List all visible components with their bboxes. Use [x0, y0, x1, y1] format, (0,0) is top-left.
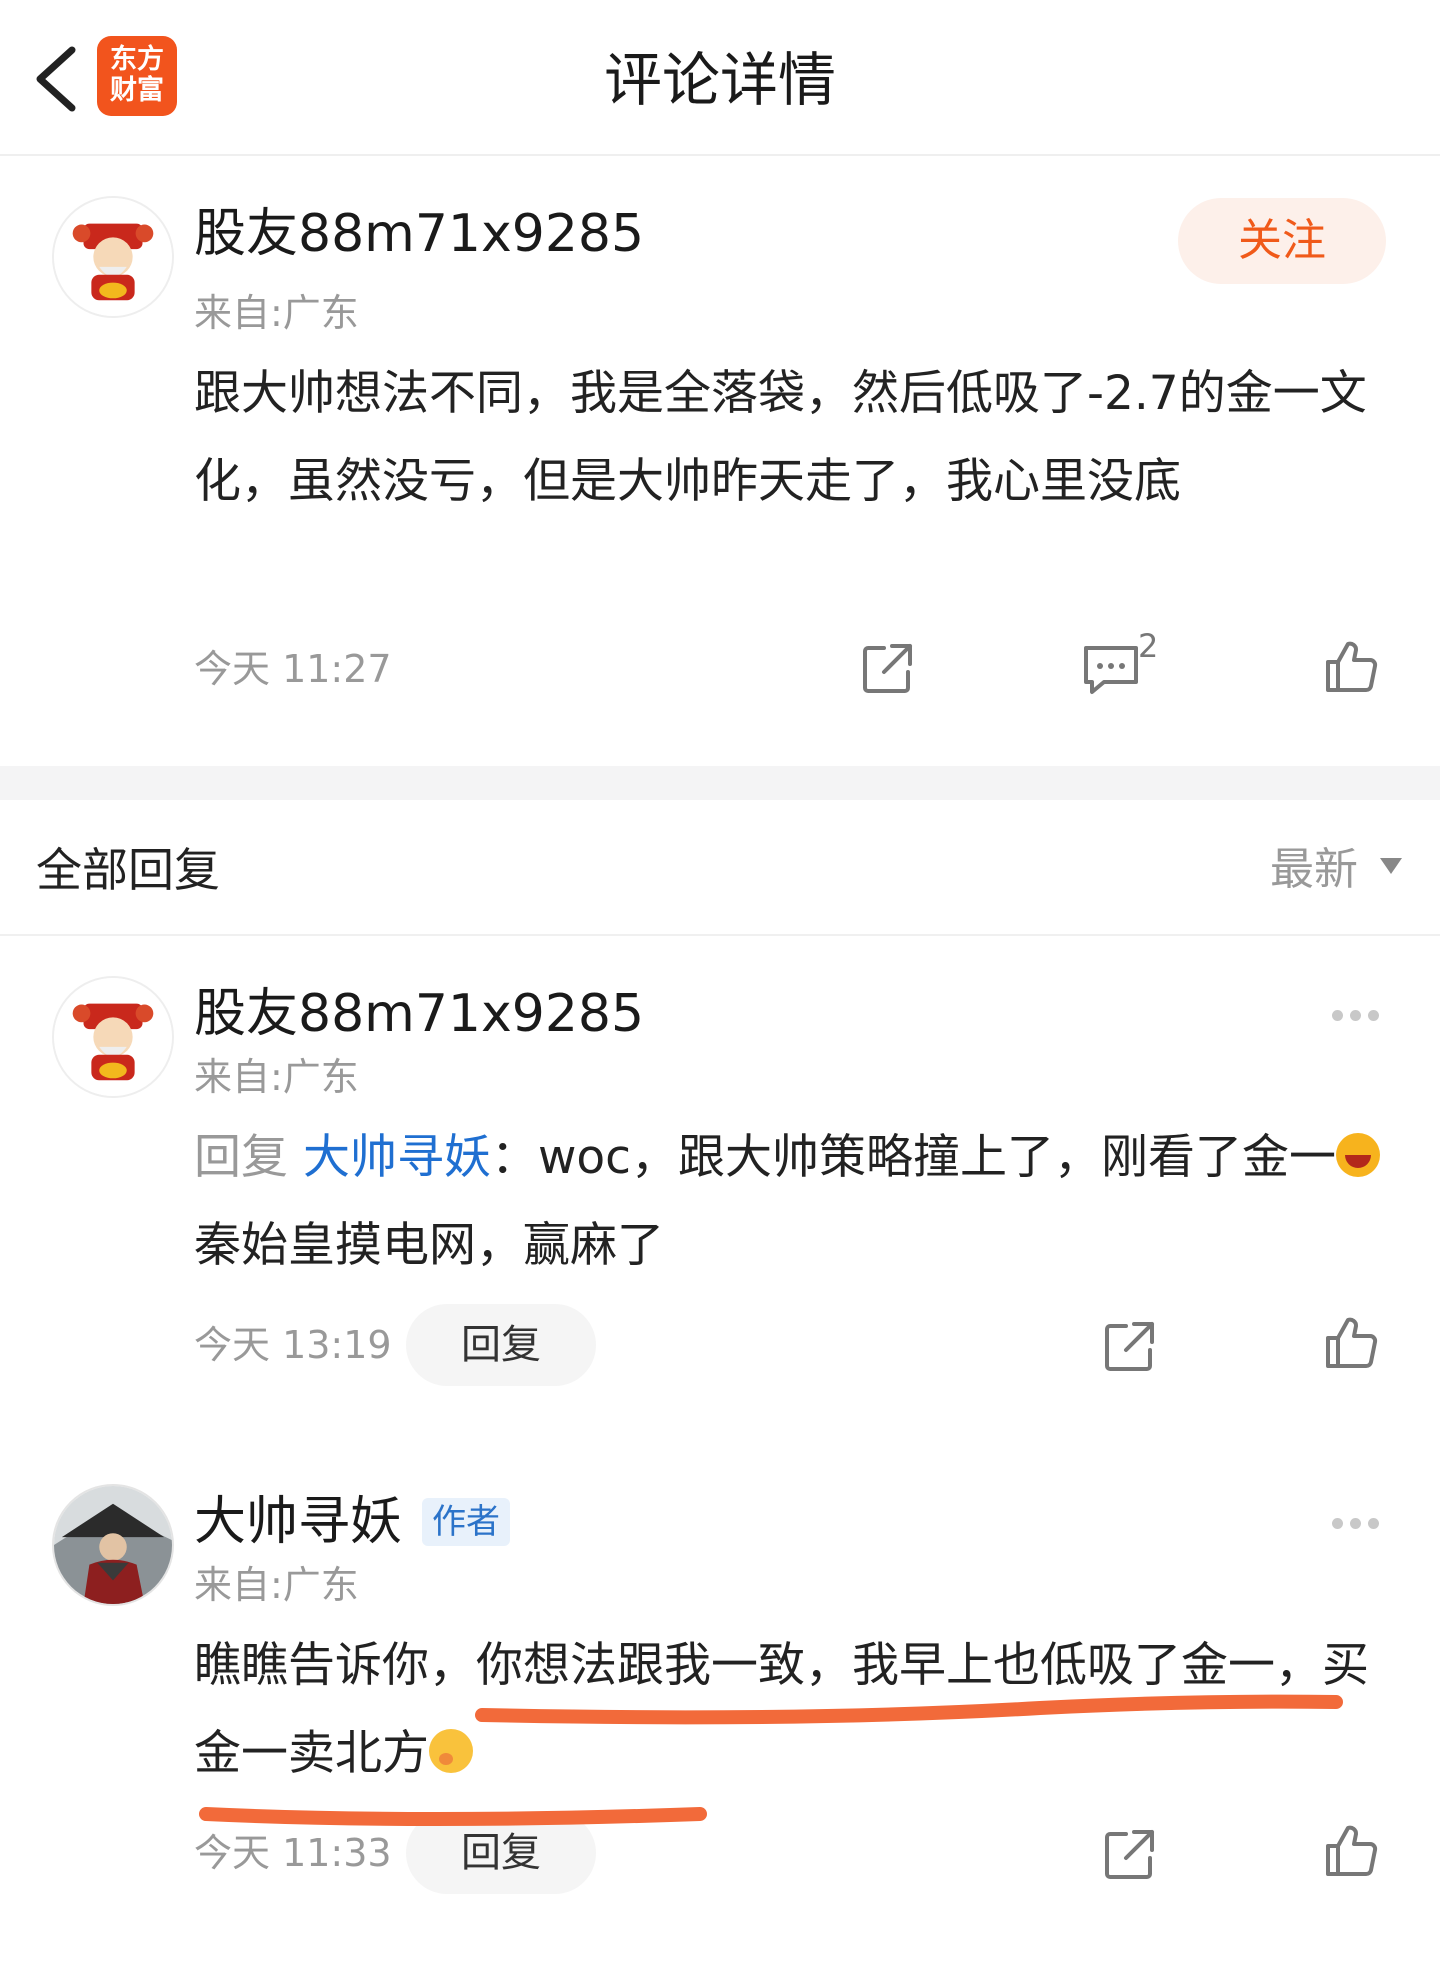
like-thumb-icon[interactable] [1322, 1314, 1380, 1372]
caret-down-icon[interactable] [1380, 858, 1402, 874]
follow-button[interactable]: 关注 [1178, 198, 1386, 284]
reply-location: 来自:广东 [194, 1563, 359, 1607]
post-location: 来自:广东 [194, 291, 359, 335]
shy-emoji-icon [429, 1729, 473, 1773]
all-replies-title: 全部回复 [36, 843, 220, 897]
reply-username[interactable]: 股友88m71x9285 [194, 984, 644, 1044]
share-icon[interactable] [1100, 1318, 1158, 1376]
comment-icon[interactable] [1080, 640, 1142, 698]
avatar[interactable] [52, 196, 174, 318]
more-options-icon[interactable] [1332, 1006, 1388, 1021]
like-thumb-icon[interactable] [1322, 638, 1380, 696]
page-title: 评论详情 [603, 46, 836, 114]
reply-username[interactable]: 大帅寻妖 [194, 1492, 402, 1552]
share-icon[interactable] [858, 640, 916, 698]
avatar[interactable] [52, 1484, 174, 1606]
reply-button[interactable]: 回复 [406, 1304, 596, 1386]
reply-time: 今天 13:19 [194, 1323, 392, 1367]
reply-location: 来自:广东 [194, 1055, 359, 1099]
section-divider [0, 766, 1440, 800]
post-content: 跟大帅想法不同，我是全落袋，然后低吸了-2.7的金一文化，虽然没亏，但是大帅昨天… [194, 366, 1367, 509]
reply-content: 瞧瞧告诉你，你想法跟我一致，我早上也低吸了金一，买金一卖北方 [194, 1638, 1369, 1781]
like-thumb-icon[interactable] [1322, 1822, 1380, 1880]
comment-count: 2 [1138, 627, 1159, 665]
post-username[interactable]: 股友88m71x9285 [194, 204, 644, 264]
divider [0, 934, 1440, 936]
share-icon[interactable] [1100, 1826, 1158, 1884]
reply-content: 回复 大帅寻妖：woc，跟大帅策略撞上了，刚看了金一秦始皇摸电网，赢麻了 [194, 1114, 1394, 1290]
author-badge: 作者 [422, 1498, 510, 1546]
mention-link[interactable]: 大帅寻妖 [303, 1130, 491, 1185]
reply-time: 今天 11:33 [194, 1831, 392, 1875]
laugh-emoji-icon [1336, 1133, 1380, 1177]
avatar[interactable] [52, 976, 174, 1098]
reply-button[interactable]: 回复 [406, 1812, 596, 1894]
more-options-icon[interactable] [1332, 1514, 1388, 1529]
sort-dropdown[interactable]: 最新 [1270, 842, 1358, 898]
post-time: 今天 11:27 [194, 647, 392, 691]
